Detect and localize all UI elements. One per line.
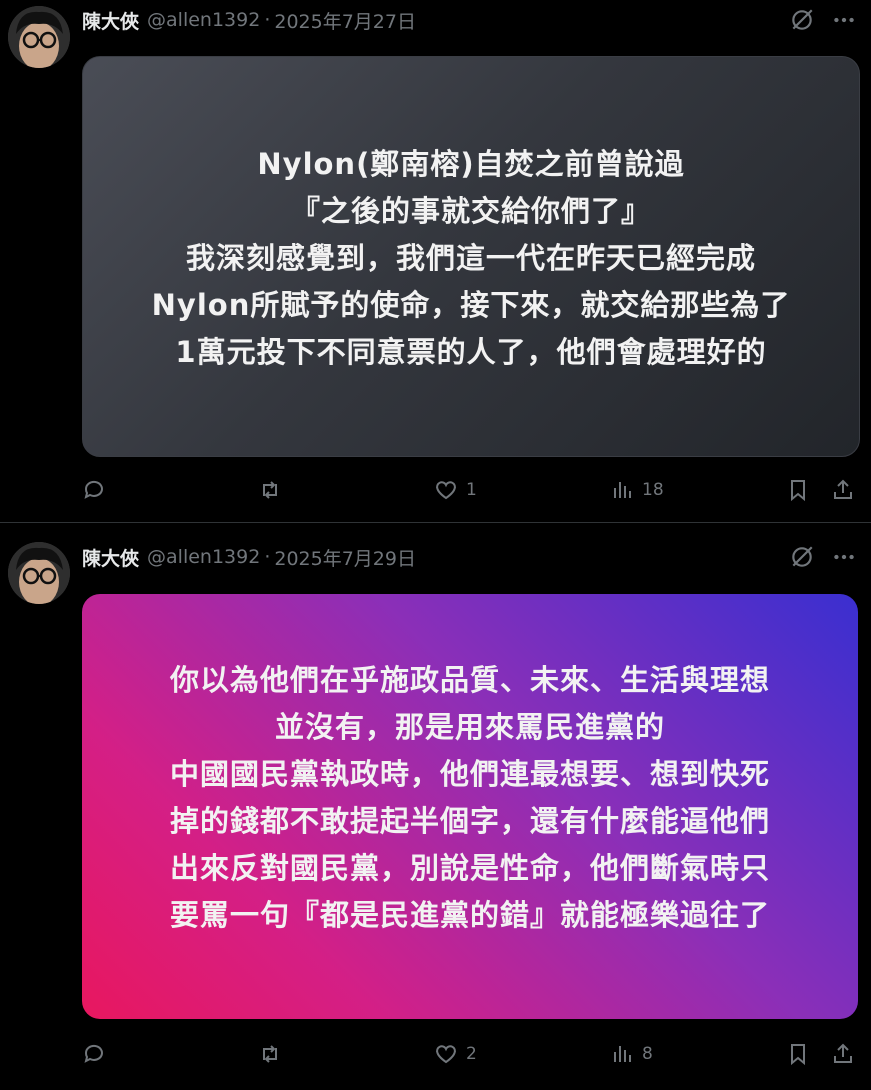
card-line: Nylon所賦予的使命，接下來，就交給那些為了: [151, 288, 791, 322]
avatar[interactable]: [8, 6, 70, 68]
like-icon: [436, 1045, 456, 1064]
like-count: 1: [466, 480, 477, 500]
card-line: 要罵一句『都是民進黨的錯』就能極樂過往了: [169, 897, 770, 932]
card-line: 掉的錢都不敢提起半個字，還有什麼能逼他們: [169, 803, 770, 838]
post-2[interactable]: 陳大俠 @allen1392 · 2025年7月29日 你以為他們在乎施政品質、…: [0, 522, 871, 1090]
card-text: 你以為他們在乎施政品質、未來、生活與理想 並沒有，那是用來罵民進黨的 中國國民黨…: [170, 657, 770, 957]
reply-button[interactable]: [82, 1040, 106, 1068]
card-line: Nylon(鄭南榕)自焚之前曾說過: [257, 147, 685, 181]
action-bar: 2 8: [82, 1040, 857, 1068]
like-count: 2: [466, 1044, 477, 1064]
reply-icon: [84, 480, 103, 499]
grok-icon[interactable]: [789, 544, 815, 570]
reply-icon: [84, 1044, 103, 1063]
avatar[interactable]: [8, 542, 70, 604]
repost-icon: [263, 1045, 277, 1063]
view-count: 8: [642, 1044, 653, 1064]
views-button[interactable]: 18: [610, 476, 664, 504]
reply-button[interactable]: [82, 476, 106, 504]
grok-icon[interactable]: [789, 7, 815, 33]
separator: ·: [264, 9, 271, 31]
card-line: 1萬元投下不同意票的人了，他們會處理好的: [175, 335, 767, 369]
author-handle[interactable]: @allen1392: [147, 546, 260, 568]
like-icon: [436, 481, 456, 500]
share-button[interactable]: [831, 476, 855, 504]
more-icon[interactable]: [831, 544, 857, 570]
repost-icon: [263, 481, 277, 499]
post-header: 陳大俠 @allen1392 · 2025年7月29日: [82, 544, 416, 571]
bookmark-button[interactable]: [786, 476, 810, 504]
card-text: Nylon(鄭南榕)自焚之前曾說過 『之後的事就交給你們了』 我深刻感覺到，我們…: [152, 137, 791, 376]
post-image-card[interactable]: 你以為他們在乎施政品質、未來、生活與理想 並沒有，那是用來罵民進黨的 中國國民黨…: [82, 594, 858, 1019]
card-line: 我深刻感覺到，我們這一代在昨天已經完成: [185, 241, 756, 275]
author-name[interactable]: 陳大俠: [82, 7, 139, 34]
author-handle[interactable]: @allen1392: [147, 9, 260, 31]
bookmark-icon: [791, 480, 805, 502]
repost-button[interactable]: [258, 1040, 282, 1068]
card-line: 並沒有，那是用來罵民進黨的: [274, 709, 665, 744]
more-icon[interactable]: [831, 7, 857, 33]
share-icon: [834, 479, 852, 499]
post-date[interactable]: 2025年7月27日: [274, 7, 416, 34]
post-header: 陳大俠 @allen1392 · 2025年7月27日: [82, 7, 416, 34]
card-line: 你以為他們在乎施政品質、未來、生活與理想: [169, 662, 770, 697]
bookmark-icon: [791, 1044, 805, 1066]
author-name[interactable]: 陳大俠: [82, 544, 139, 571]
post-image-card[interactable]: Nylon(鄭南榕)自焚之前曾說過 『之後的事就交給你們了』 我深刻感覺到，我們…: [82, 56, 860, 457]
views-button[interactable]: 8: [610, 1040, 653, 1068]
like-button[interactable]: 2: [434, 1040, 477, 1068]
separator: ·: [264, 546, 271, 568]
action-bar: 1 18: [82, 476, 857, 504]
view-count: 18: [642, 480, 664, 500]
views-icon: [614, 482, 631, 498]
card-line: 『之後的事就交給你們了』: [290, 194, 651, 228]
post-date[interactable]: 2025年7月29日: [274, 544, 416, 571]
bookmark-button[interactable]: [786, 1040, 810, 1068]
share-button[interactable]: [831, 1040, 855, 1068]
views-icon: [614, 1046, 631, 1062]
share-icon: [834, 1043, 852, 1063]
repost-button[interactable]: [258, 476, 282, 504]
like-button[interactable]: 1: [434, 476, 477, 504]
post-1[interactable]: 陳大俠 @allen1392 · 2025年7月27日 Nylon(鄭南榕)自焚…: [0, 0, 871, 522]
card-line: 出來反對國民黨，別說是性命，他們斷氣時只: [169, 850, 770, 885]
card-line: 中國國民黨執政時，他們連最想要、想到快死: [169, 756, 770, 791]
